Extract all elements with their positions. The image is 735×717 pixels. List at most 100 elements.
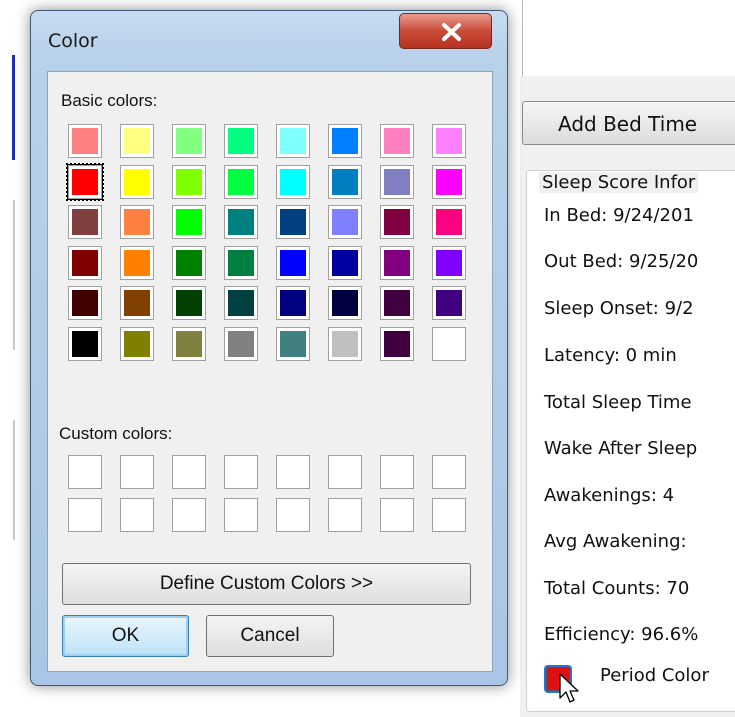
basic-color-swatch[interactable] [120, 164, 154, 199]
custom-color-swatch-fill [436, 459, 462, 485]
basic-color-swatch[interactable] [276, 124, 310, 158]
basic-color-swatch[interactable] [224, 164, 258, 199]
basic-color-swatch-fill [176, 128, 202, 154]
basic-color-swatch[interactable] [68, 205, 102, 239]
basic-color-swatch[interactable] [380, 124, 414, 158]
basic-color-swatch[interactable] [172, 164, 206, 199]
basic-color-swatch[interactable] [172, 205, 206, 239]
mouse-cursor-icon [559, 673, 579, 703]
basic-color-swatch[interactable] [432, 205, 466, 239]
basic-color-swatch[interactable] [224, 286, 258, 320]
basic-color-swatch-fill [384, 290, 410, 316]
basic-color-swatch[interactable] [328, 124, 362, 158]
custom-color-swatch-fill [176, 459, 202, 485]
custom-color-swatch[interactable] [172, 498, 206, 532]
basic-color-swatch[interactable] [172, 326, 206, 361]
ok-button[interactable]: OK [62, 615, 189, 657]
basic-color-swatch[interactable] [328, 205, 362, 239]
basic-color-swatch[interactable] [328, 286, 362, 320]
custom-color-swatch[interactable] [68, 498, 102, 532]
basic-color-swatch-fill [280, 249, 306, 276]
basic-color-swatch-fill [72, 249, 98, 276]
custom-color-swatch[interactable] [276, 498, 310, 532]
custom-color-swatch[interactable] [432, 498, 466, 532]
sleep-info-line: Awakenings: 4 [544, 485, 675, 506]
custom-color-swatch[interactable] [120, 498, 154, 532]
custom-color-swatch[interactable] [68, 455, 102, 489]
custom-color-swatch[interactable] [328, 498, 362, 532]
custom-color-swatch-fill [280, 459, 306, 485]
basic-color-swatch[interactable] [120, 124, 154, 158]
basic-color-swatch[interactable] [224, 245, 258, 280]
basic-color-swatch[interactable] [432, 326, 466, 361]
close-button[interactable] [399, 13, 492, 49]
add-bed-time-button[interactable]: Add Bed Time [522, 101, 735, 145]
basic-color-swatch-fill [176, 290, 202, 316]
basic-color-swatch-fill [436, 209, 462, 235]
basic-color-swatch[interactable] [68, 124, 102, 158]
background-divider [13, 200, 15, 350]
basic-color-swatch[interactable] [224, 205, 258, 239]
basic-color-swatch-fill [280, 330, 306, 357]
custom-color-swatch-fill [332, 502, 358, 528]
basic-color-swatch-fill [228, 249, 254, 276]
custom-color-swatch[interactable] [224, 455, 258, 489]
basic-color-swatch[interactable] [172, 245, 206, 280]
basic-color-swatch[interactable] [276, 326, 310, 361]
basic-color-swatch[interactable] [328, 245, 362, 280]
basic-color-swatch-fill [72, 209, 98, 235]
basic-color-swatch[interactable] [276, 245, 310, 280]
basic-color-swatch[interactable] [224, 124, 258, 158]
basic-color-swatch[interactable] [432, 245, 466, 280]
basic-color-swatch[interactable] [380, 245, 414, 280]
sleep-info-line: Wake After Sleep [544, 438, 698, 459]
basic-color-swatch[interactable] [172, 286, 206, 320]
custom-color-swatch[interactable] [380, 498, 414, 532]
background-plot-marker [12, 55, 15, 160]
basic-color-swatch[interactable] [328, 326, 362, 361]
custom-color-swatch[interactable] [432, 455, 466, 489]
custom-color-swatch[interactable] [224, 498, 258, 532]
custom-color-swatch-fill [72, 502, 98, 528]
define-custom-colors-button[interactable]: Define Custom Colors >> [62, 563, 471, 605]
basic-color-swatch[interactable] [276, 164, 310, 199]
basic-color-swatch-fill [280, 209, 306, 235]
custom-color-swatch[interactable] [120, 455, 154, 489]
basic-color-swatch[interactable] [224, 326, 258, 361]
basic-color-swatch[interactable] [172, 124, 206, 158]
basic-color-swatch-fill [72, 168, 98, 195]
basic-color-swatch-fill [228, 330, 254, 357]
custom-color-swatch[interactable] [328, 455, 362, 489]
custom-color-swatch[interactable] [380, 455, 414, 489]
basic-color-swatch[interactable] [328, 164, 362, 199]
custom-color-swatch[interactable] [276, 455, 310, 489]
basic-color-swatch-fill [228, 209, 254, 235]
basic-color-swatch[interactable] [120, 326, 154, 361]
basic-color-swatch[interactable] [432, 124, 466, 158]
custom-color-swatch[interactable] [172, 455, 206, 489]
custom-color-swatch-fill [72, 459, 98, 485]
basic-color-swatch[interactable] [68, 245, 102, 280]
basic-color-swatch-fill [332, 128, 358, 154]
basic-color-swatch-fill [332, 330, 358, 357]
basic-color-swatch[interactable] [68, 326, 102, 361]
basic-color-swatch[interactable] [120, 286, 154, 320]
basic-color-swatch[interactable] [68, 286, 102, 320]
basic-color-swatch-fill [124, 290, 150, 316]
basic-color-swatch[interactable] [432, 286, 466, 320]
basic-color-swatch[interactable] [120, 245, 154, 280]
basic-color-swatch[interactable] [432, 164, 466, 199]
basic-color-swatch[interactable] [276, 286, 310, 320]
basic-color-swatch[interactable] [276, 205, 310, 239]
cancel-button[interactable]: Cancel [206, 615, 334, 657]
basic-color-swatch[interactable] [66, 162, 104, 201]
basic-color-swatch[interactable] [380, 286, 414, 320]
basic-color-swatch[interactable] [380, 205, 414, 239]
custom-color-swatch-fill [124, 459, 150, 485]
basic-color-swatch[interactable] [120, 205, 154, 239]
top-pane [522, 0, 735, 77]
sleep-info-line: Efficiency: 96.6% [544, 624, 699, 645]
basic-color-swatch[interactable] [380, 326, 414, 361]
basic-color-swatch[interactable] [380, 164, 414, 199]
custom-colors-label: Custom colors: [59, 424, 173, 443]
